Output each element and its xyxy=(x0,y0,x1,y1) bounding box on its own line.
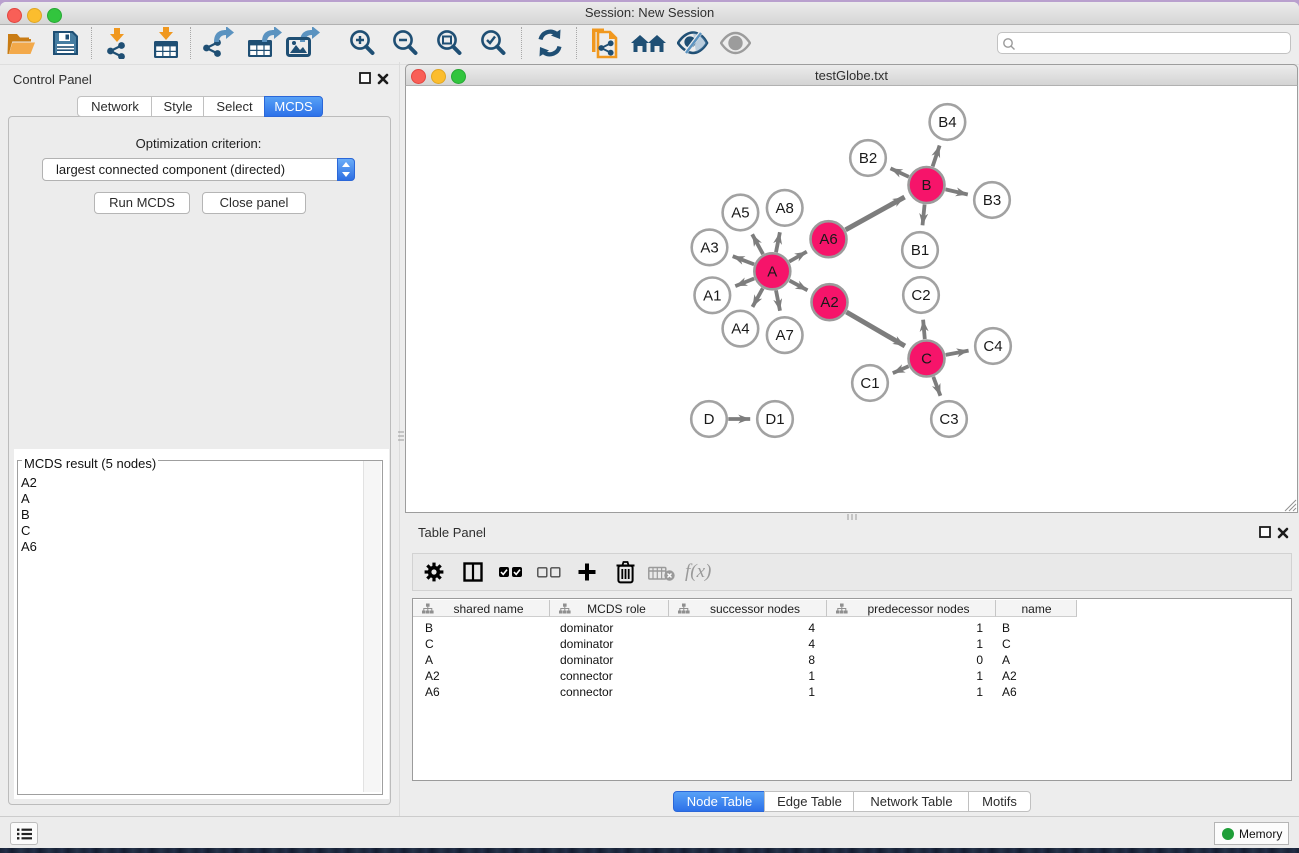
svg-text:D1: D1 xyxy=(765,411,784,428)
svg-text:B2: B2 xyxy=(859,150,877,167)
svg-text:A: A xyxy=(767,263,777,280)
svg-text:C: C xyxy=(921,351,932,368)
svg-text:A7: A7 xyxy=(776,327,794,344)
svg-text:B: B xyxy=(921,177,931,194)
svg-text:C2: C2 xyxy=(911,287,930,304)
svg-text:C1: C1 xyxy=(860,375,879,392)
svg-text:B3: B3 xyxy=(983,192,1001,209)
svg-text:A3: A3 xyxy=(700,239,718,256)
svg-text:B4: B4 xyxy=(938,114,956,131)
svg-text:A5: A5 xyxy=(731,205,749,222)
svg-text:A8: A8 xyxy=(776,200,794,217)
svg-text:A6: A6 xyxy=(819,231,837,248)
svg-text:A2: A2 xyxy=(820,294,838,311)
svg-text:A1: A1 xyxy=(703,287,721,304)
svg-text:B1: B1 xyxy=(911,242,929,259)
svg-text:D: D xyxy=(704,411,715,428)
svg-text:A4: A4 xyxy=(731,321,749,338)
svg-text:C3: C3 xyxy=(939,411,958,428)
svg-text:C4: C4 xyxy=(983,338,1002,355)
